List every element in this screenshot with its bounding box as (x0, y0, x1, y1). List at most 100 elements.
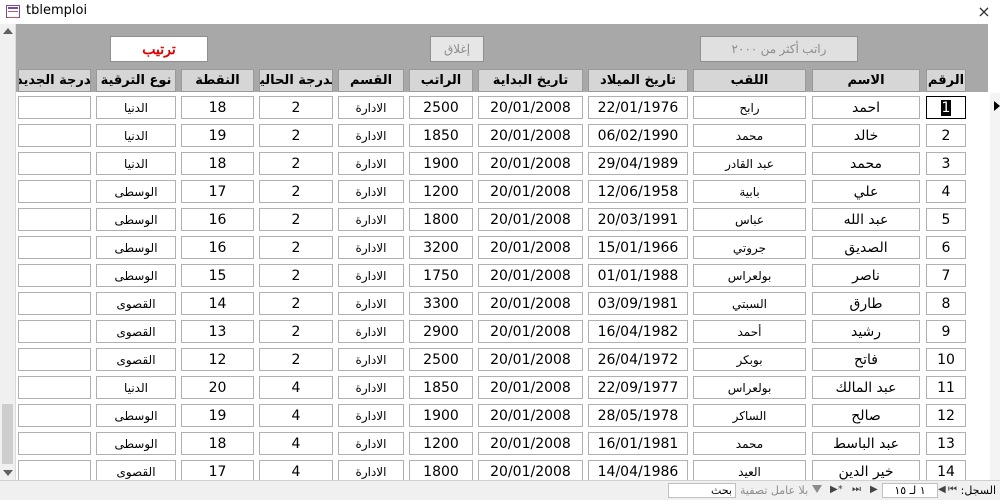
cell-birth[interactable]: 01/01/1988 (588, 264, 688, 287)
triangle-up-icon[interactable] (3, 28, 13, 34)
cell-start[interactable]: 20/01/2008 (478, 404, 583, 427)
cell-surname[interactable]: بولعراس (693, 376, 806, 399)
cell-birth[interactable]: 16/01/1981 (588, 432, 688, 455)
column-header-points[interactable]: النقطة (181, 69, 254, 92)
cell-start[interactable]: 20/01/2008 (478, 152, 583, 175)
cell-birth[interactable]: 12/06/1958 (588, 180, 688, 203)
cell-cur-grade[interactable]: 2 (259, 152, 333, 175)
cell-points[interactable]: 14 (181, 292, 254, 315)
cell-new-grade[interactable] (18, 236, 91, 259)
table-row[interactable]: 4 علي بابية 12/06/1958 20/01/2008 1200 الادارة… (16, 177, 988, 205)
cell-salary[interactable]: 1200 (409, 432, 473, 455)
cell-promo[interactable]: القصوى (96, 292, 176, 315)
next-record-button[interactable]: ▶ (870, 484, 878, 495)
column-header-num[interactable]: الرقم (926, 69, 966, 92)
cell-cur-grade[interactable]: 2 (259, 292, 333, 315)
cell-points[interactable]: 13 (181, 320, 254, 343)
prev-record-button[interactable]: ◀ (938, 484, 946, 495)
record-selector-column[interactable] (990, 93, 1000, 480)
scroll-thumb[interactable] (2, 404, 13, 464)
cell-birth[interactable]: 06/02/1990 (588, 124, 688, 147)
sort-button[interactable]: ترتيب (110, 36, 208, 62)
cell-points[interactable]: 16 (181, 236, 254, 259)
column-header-new-grade[interactable]: الدرجة الجديدة (18, 69, 91, 92)
cell-points[interactable]: 18 (181, 96, 254, 119)
triangle-down-icon[interactable] (3, 470, 13, 476)
cell-cur-grade[interactable]: 4 (259, 404, 333, 427)
cell-num[interactable]: 8 (926, 292, 966, 315)
cell-num[interactable]: 2 (926, 124, 966, 147)
cell-promo[interactable]: الوسطى (96, 236, 176, 259)
cell-birth[interactable]: 20/03/1991 (588, 208, 688, 231)
cell-start[interactable]: 20/01/2008 (478, 376, 583, 399)
cell-name[interactable]: خالد (812, 124, 920, 147)
cell-new-grade[interactable] (18, 376, 91, 399)
cell-start[interactable]: 20/01/2008 (478, 432, 583, 455)
cell-surname[interactable]: بابية (693, 180, 806, 203)
cell-promo[interactable]: القصوى (96, 320, 176, 343)
cell-cur-grade[interactable]: 2 (259, 96, 333, 119)
cell-promo[interactable]: الوسطى (96, 432, 176, 455)
table-row[interactable]: 7 ناصر بولعراس 01/01/1988 20/01/2008 1750 الاد… (16, 261, 988, 289)
cell-birth[interactable]: 15/01/1966 (588, 236, 688, 259)
cell-num[interactable]: 11 (926, 376, 966, 399)
cell-salary[interactable]: 3200 (409, 236, 473, 259)
cell-surname[interactable]: بوبكر (693, 348, 806, 371)
cell-points[interactable]: 20 (181, 376, 254, 399)
first-record-button[interactable]: ⏮ (948, 484, 957, 495)
cell-dept[interactable]: الادارة (338, 264, 404, 287)
cell-name[interactable]: رشيد (812, 320, 920, 343)
column-header-name[interactable]: الاسم (812, 69, 920, 92)
cell-start[interactable]: 20/01/2008 (478, 320, 583, 343)
cell-num[interactable]: 9 (926, 320, 966, 343)
cell-dept[interactable]: الادارة (338, 348, 404, 371)
cell-dept[interactable]: الادارة (338, 404, 404, 427)
column-header-birth[interactable]: تاريخ الميلاد (588, 69, 688, 92)
cell-surname[interactable]: محمد (693, 124, 806, 147)
cell-new-grade[interactable] (18, 404, 91, 427)
cell-name[interactable]: عبد الله (812, 208, 920, 231)
cell-new-grade[interactable] (18, 292, 91, 315)
table-row[interactable]: 1 احمد رابح 22/01/1976 20/01/2008 2500 الادارة… (16, 93, 988, 121)
funnel-icon[interactable] (812, 485, 822, 493)
filter-status[interactable]: بلا عامل تصفية (740, 484, 808, 497)
cell-promo[interactable]: القصوى (96, 348, 176, 371)
search-input[interactable]: بحث (668, 483, 736, 498)
cell-salary[interactable]: 1750 (409, 264, 473, 287)
cell-promo[interactable]: الوسطى (96, 208, 176, 231)
cell-points[interactable]: 12 (181, 348, 254, 371)
cell-cur-grade[interactable]: 4 (259, 376, 333, 399)
cell-surname[interactable]: عباس (693, 208, 806, 231)
cell-num[interactable]: 5 (926, 208, 966, 231)
cell-cur-grade[interactable]: 2 (259, 208, 333, 231)
table-row[interactable]: 6 الصديق جروتي 15/01/1966 20/01/2008 3200 الاد… (16, 233, 988, 261)
cell-points[interactable]: 18 (181, 432, 254, 455)
cell-start[interactable]: 20/01/2008 (478, 96, 583, 119)
cell-salary[interactable]: 1900 (409, 404, 473, 427)
cell-salary[interactable]: 1850 (409, 124, 473, 147)
cell-new-grade[interactable] (18, 180, 91, 203)
cell-dept[interactable]: الادارة (338, 320, 404, 343)
cell-new-grade[interactable] (18, 264, 91, 287)
cell-promo[interactable]: الوسطى (96, 404, 176, 427)
cell-promo[interactable]: الوسطى (96, 264, 176, 287)
cell-dept[interactable]: الادارة (338, 292, 404, 315)
cell-start[interactable]: 20/01/2008 (478, 208, 583, 231)
cell-points[interactable]: 18 (181, 152, 254, 175)
cell-cur-grade[interactable]: 2 (259, 124, 333, 147)
cell-name[interactable]: طارق (812, 292, 920, 315)
cell-name[interactable]: عبد الباسط (812, 432, 920, 455)
table-row[interactable]: 9 رشيد أحمد 16/04/1982 20/01/2008 2900 الادارة… (16, 317, 988, 345)
cell-new-grade[interactable] (18, 348, 91, 371)
cell-num[interactable]: 1 (926, 96, 966, 119)
cell-num[interactable]: 3 (926, 152, 966, 175)
cell-name[interactable]: صالح (812, 404, 920, 427)
table-row[interactable]: 12 صالح الساكر 28/05/1978 20/01/2008 1900 الاد… (16, 401, 988, 429)
table-row[interactable]: 5 عبد الله عباس 20/03/1991 20/01/2008 1800 الا… (16, 205, 988, 233)
cell-num[interactable]: 7 (926, 264, 966, 287)
table-row[interactable]: 13 عبد الباسط محمد 16/01/1981 20/01/2008 1200… (16, 429, 988, 457)
cell-cur-grade[interactable]: 4 (259, 432, 333, 455)
table-row[interactable]: 2 خالد محمد 06/02/1990 20/01/2008 1850 الادارة… (16, 121, 988, 149)
cell-dept[interactable]: الادارة (338, 124, 404, 147)
cell-surname[interactable]: الساكر (693, 404, 806, 427)
